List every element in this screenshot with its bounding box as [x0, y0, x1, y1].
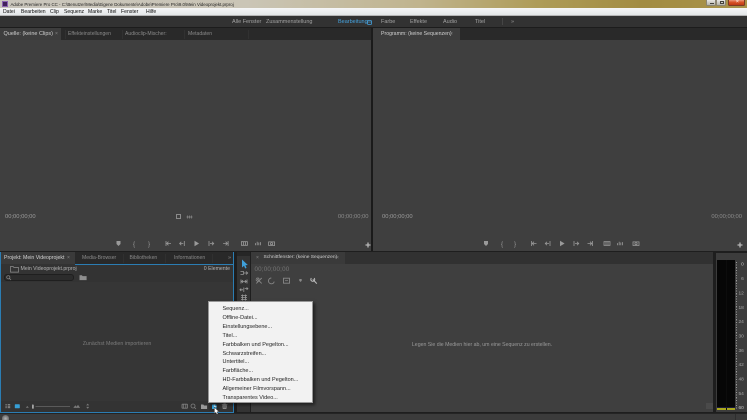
svg-text:{: { [501, 241, 503, 248]
svg-text:}: } [514, 241, 516, 248]
svg-text:18: 18 [738, 305, 744, 311]
svg-text:}: } [148, 241, 150, 248]
svg-text:60: 60 [738, 405, 744, 411]
svg-text:36: 36 [738, 348, 744, 354]
svg-text:54: 54 [738, 391, 744, 397]
svg-text:24: 24 [738, 319, 744, 325]
svg-text:{: { [133, 241, 135, 248]
svg-text:6: 6 [741, 276, 744, 282]
svg-text:0: 0 [741, 262, 744, 268]
svg-text:12: 12 [738, 290, 744, 296]
svg-text:48: 48 [738, 377, 744, 383]
svg-text:42: 42 [738, 362, 744, 368]
svg-text:30: 30 [738, 333, 744, 339]
